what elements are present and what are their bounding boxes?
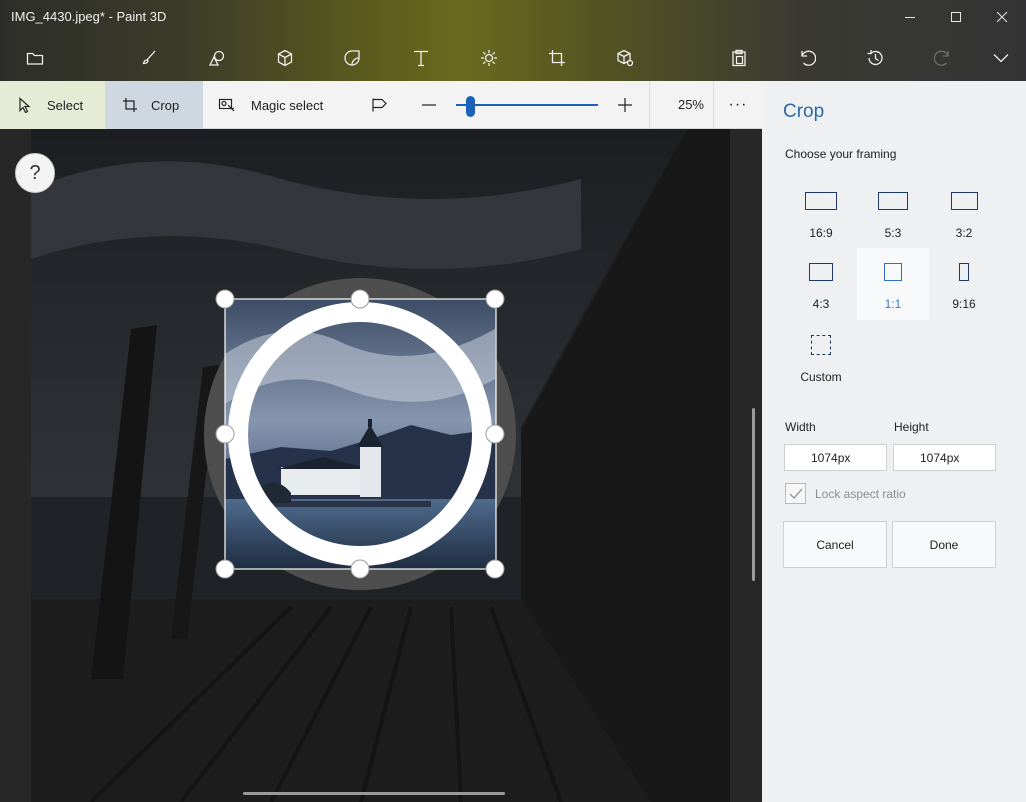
2d-shapes-button[interactable] <box>195 34 239 81</box>
framing-option-label: 3:2 <box>955 226 973 240</box>
framing-option-5-3[interactable]: 5:3 <box>857 180 929 252</box>
framing-option-custom[interactable]: Custom <box>785 324 857 396</box>
width-label: Width <box>785 420 816 434</box>
text-button[interactable] <box>399 34 443 81</box>
undo-button[interactable] <box>785 34 829 81</box>
zoom-slider-thumb[interactable] <box>466 96 475 117</box>
redo-icon <box>934 50 949 66</box>
canvas-icon <box>549 49 565 66</box>
history-button[interactable] <box>853 34 897 81</box>
flag-icon <box>372 98 387 112</box>
close-icon <box>996 11 1008 23</box>
menu-button[interactable] <box>13 34 57 81</box>
toolbar-divider <box>713 81 714 129</box>
maximize-button[interactable] <box>933 0 979 34</box>
folder-icon <box>26 52 44 65</box>
help-button[interactable]: ? <box>15 153 55 193</box>
vertical-scrollbar[interactable] <box>752 408 755 581</box>
height-label: Height <box>894 420 929 434</box>
stickers-icon <box>344 49 360 66</box>
crop-icon <box>123 98 137 112</box>
lock-aspect-checkbox[interactable] <box>785 483 806 504</box>
framing-option-3-2[interactable]: 3:2 <box>928 180 1000 252</box>
done-button[interactable]: Done <box>892 521 996 568</box>
select-tool-button[interactable]: Select <box>0 81 105 129</box>
photo-image <box>31 129 730 802</box>
magic-select-label: Magic select <box>251 97 324 113</box>
framing-option-1-1[interactable]: 1:1 <box>857 248 929 320</box>
window-chrome: IMG_4430.jpeg* - Paint 3D <box>0 0 1026 81</box>
title-bar: IMG_4430.jpeg* - Paint 3D <box>0 0 1026 34</box>
checkmark-icon <box>789 488 803 499</box>
zoom-out-button[interactable] <box>416 81 442 129</box>
framing-option-label: Custom <box>800 370 842 384</box>
brush-icon <box>142 50 156 64</box>
framing-option-label: 1:1 <box>884 297 902 311</box>
paste-icon <box>732 49 746 66</box>
ratio-9-16-icon <box>959 263 969 281</box>
crop-tool-label: Crop <box>151 97 180 113</box>
crop-panel: Crop Choose your framing 16:9 5:3 3:2 4:… <box>762 81 1026 802</box>
framing-option-label: 4:3 <box>812 297 830 311</box>
ratio-3-2-icon <box>950 192 978 210</box>
3d-library-icon <box>617 49 634 66</box>
ratio-4-3-icon <box>809 263 833 281</box>
maximize-icon <box>951 12 961 22</box>
window-title: IMG_4430.jpeg* - Paint 3D <box>11 9 167 24</box>
ratio-5-3-icon <box>878 192 908 210</box>
3d-shapes-icon <box>277 49 293 66</box>
3d-shapes-button[interactable] <box>263 34 307 81</box>
zoom-value: 25% <box>677 97 704 112</box>
panel-title: Crop <box>783 101 825 122</box>
redo-button[interactable] <box>921 34 965 81</box>
custom-ratio-icon <box>811 335 831 355</box>
zoom-in-button[interactable] <box>612 81 638 129</box>
text-icon <box>414 50 428 66</box>
paste-button[interactable] <box>717 34 761 81</box>
magic-select-icon <box>218 98 235 112</box>
main-toolbar <box>0 34 1026 81</box>
3d-library-button[interactable] <box>603 34 647 81</box>
expand-toolbar-button[interactable] <box>979 34 1023 81</box>
canvas-area: ? <box>0 129 762 802</box>
lock-aspect-label: Lock aspect ratio <box>815 487 906 501</box>
width-input[interactable]: 1074px <box>784 444 887 471</box>
stickers-button[interactable] <box>330 34 374 81</box>
magic-select-button[interactable]: Magic select <box>203 81 353 129</box>
more-options-button[interactable]: ··· <box>716 81 760 129</box>
horizontal-scrollbar[interactable] <box>243 792 505 795</box>
close-button[interactable] <box>979 0 1025 34</box>
framing-option-16-9[interactable]: 16:9 <box>785 180 857 252</box>
history-icon <box>867 49 883 65</box>
cursor-icon <box>19 97 31 113</box>
effects-icon <box>481 49 497 66</box>
minimize-button[interactable] <box>887 0 933 34</box>
plus-icon <box>618 98 632 112</box>
minus-icon <box>422 104 436 106</box>
sub-toolbar: Select Crop Magic select 25% ··· <box>0 81 762 129</box>
cancel-button[interactable]: Cancel <box>783 521 887 568</box>
height-input[interactable]: 1074px <box>893 444 996 471</box>
select-tool-label: Select <box>47 97 84 113</box>
framing-label: Choose your framing <box>785 147 897 161</box>
brushes-button[interactable] <box>127 34 171 81</box>
framing-option-label: 5:3 <box>884 226 902 240</box>
undo-icon <box>801 50 816 66</box>
ratio-1-1-icon <box>884 263 902 281</box>
framing-option-9-16[interactable]: 9:16 <box>928 251 1000 323</box>
ratio-16-9-icon <box>805 192 837 210</box>
crop-tool-button[interactable]: Crop <box>105 81 203 129</box>
framing-option-label: 9:16 <box>952 297 976 311</box>
framing-option-label: 16:9 <box>809 226 833 240</box>
expand-chevron-icon <box>993 53 1009 62</box>
minimize-icon <box>905 17 915 18</box>
2d-shapes-icon <box>208 50 225 66</box>
effects-button[interactable] <box>467 34 511 81</box>
canvas-button[interactable] <box>535 34 579 81</box>
framing-option-4-3[interactable]: 4:3 <box>785 251 857 323</box>
toolbar-divider <box>649 81 650 129</box>
zoom-slider-track[interactable] <box>456 104 598 106</box>
flag-button[interactable] <box>365 81 395 129</box>
